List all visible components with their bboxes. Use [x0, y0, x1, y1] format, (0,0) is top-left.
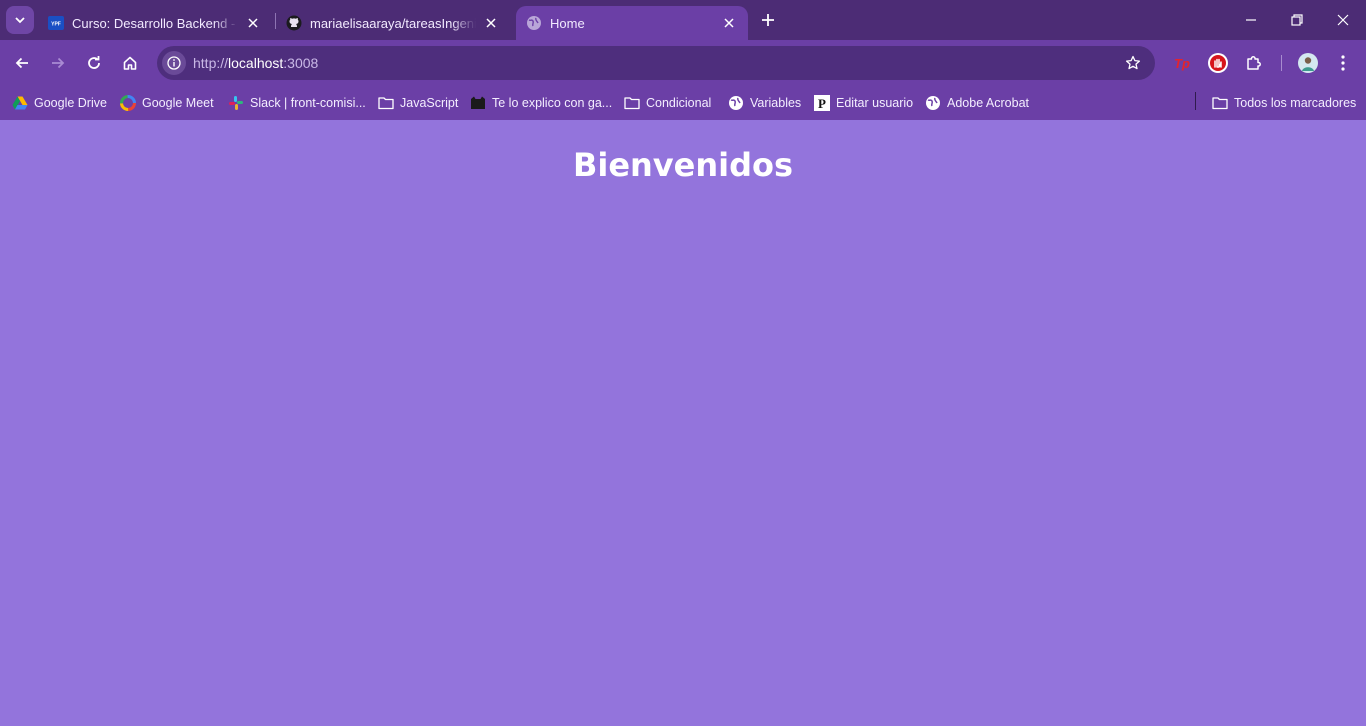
url-scheme: http://	[193, 55, 229, 71]
tab-github[interactable]: mariaelisaaraya/tareasIngeniasA	[276, 6, 510, 40]
bookmark-label: Google Meet	[142, 96, 214, 110]
home-button[interactable]	[116, 49, 144, 77]
tab-curso[interactable]: YPF Curso: Desarrollo Backend - Aula	[38, 6, 272, 40]
site-info-icon[interactable]	[162, 51, 186, 75]
all-bookmarks-folder[interactable]: Todos los marcadores	[1212, 92, 1356, 114]
svg-text:YPF: YPF	[51, 22, 61, 28]
google-meet-icon	[120, 95, 136, 111]
bookmark-folder-javascript[interactable]: JavaScript	[378, 92, 458, 114]
home-icon	[123, 56, 137, 70]
close-tab-icon[interactable]	[720, 14, 738, 32]
minimize-button[interactable]	[1228, 0, 1274, 40]
toolbar-separator	[1281, 55, 1282, 71]
restore-icon	[1291, 14, 1303, 26]
bookmark-label: Slack | front-comisi...	[250, 96, 366, 110]
bookmark-label: Editar usuario	[836, 96, 914, 110]
slack-icon	[228, 95, 244, 111]
close-tab-icon[interactable]	[244, 14, 262, 32]
bookmark-slack[interactable]: Slack | front-comisi...	[228, 92, 366, 114]
bookmark-variables[interactable]: Variables	[728, 92, 801, 114]
bookmark-star-icon[interactable]	[1123, 53, 1143, 73]
plus-icon	[762, 14, 774, 26]
tab-strip: YPF Curso: Desarrollo Backend - Aula mar…	[0, 0, 1366, 40]
bookmark-folder-condicional[interactable]: Condicional	[624, 92, 711, 114]
menu-kebab-icon[interactable]	[1331, 51, 1355, 75]
tab-title: Home	[550, 15, 585, 31]
p-logo-icon: P	[814, 95, 830, 111]
bookmark-label: Todos los marcadores	[1234, 96, 1357, 110]
github-favicon-icon	[286, 15, 302, 31]
tab-title: Curso: Desarrollo Backend - Aula	[72, 15, 238, 31]
bookmarks-bar: Google Drive Google Meet Slack | front-c…	[0, 86, 1366, 120]
profile-avatar[interactable]	[1296, 51, 1320, 75]
url-host: localhost	[228, 55, 284, 71]
close-window-button[interactable]	[1320, 0, 1366, 40]
bookmark-google-drive[interactable]: Google Drive	[12, 92, 107, 114]
back-button[interactable]	[8, 49, 36, 77]
google-drive-icon	[12, 95, 28, 111]
close-tab-icon[interactable]	[482, 14, 500, 32]
new-tab-button[interactable]	[756, 8, 780, 32]
reload-button[interactable]	[80, 49, 108, 77]
bookmarks-separator	[1195, 92, 1196, 110]
tab-home[interactable]: Home	[516, 6, 748, 40]
forward-button[interactable]	[44, 49, 72, 77]
bookmark-label: Te lo explico con ga...	[492, 96, 613, 110]
globe-favicon-icon	[526, 15, 542, 31]
bookmark-te-lo-explico[interactable]: Te lo explico con ga...	[470, 92, 612, 114]
bookmark-label: Variables	[750, 96, 802, 110]
bookmark-label: Adobe Acrobat	[947, 96, 1030, 110]
adblock-icon[interactable]	[1206, 51, 1230, 75]
puzzle-extensions-icon[interactable]	[1242, 51, 1266, 75]
cat-icon	[470, 95, 486, 111]
address-bar[interactable]: http://localhost:3008	[157, 46, 1155, 80]
folder-icon	[1212, 95, 1228, 111]
close-icon	[1337, 14, 1349, 26]
chevron-down-icon	[15, 17, 25, 24]
restore-button[interactable]	[1274, 0, 1320, 40]
bookmark-google-meet[interactable]: Google Meet	[120, 92, 214, 114]
bookmark-label: JavaScript	[400, 96, 459, 110]
page-heading: Bienvenidos	[572, 146, 794, 184]
url-text[interactable]: http://localhost:3008	[193, 55, 318, 71]
folder-icon	[624, 95, 640, 111]
bookmark-editar-usuario[interactable]: P Editar usuario	[814, 92, 913, 114]
arrow-right-icon	[52, 57, 65, 69]
tab-title: mariaelisaaraya/tareasIngeniasA	[310, 15, 476, 31]
globe-icon	[728, 95, 744, 111]
bookmark-label: Condicional	[646, 96, 712, 110]
bookmark-adobe-acrobat[interactable]: Adobe Acrobat	[925, 92, 1029, 114]
minimize-icon	[1246, 19, 1256, 21]
ypf-favicon-icon: YPF	[48, 15, 64, 31]
arrow-left-icon	[15, 57, 28, 69]
bookmark-label: Google Drive	[34, 96, 107, 110]
tp-extension-icon[interactable]: Tp	[1170, 51, 1194, 75]
toolbar: http://localhost:3008 Tp	[0, 40, 1366, 86]
reload-icon	[88, 56, 100, 69]
svg-text:P: P	[818, 96, 826, 111]
globe-icon	[925, 95, 941, 111]
folder-icon	[378, 95, 394, 111]
page-content: Bienvenidos	[0, 120, 1366, 726]
svg-text:Tp: Tp	[1174, 56, 1190, 71]
url-port: :3008	[283, 55, 319, 71]
tab-search-button[interactable]	[6, 6, 34, 34]
